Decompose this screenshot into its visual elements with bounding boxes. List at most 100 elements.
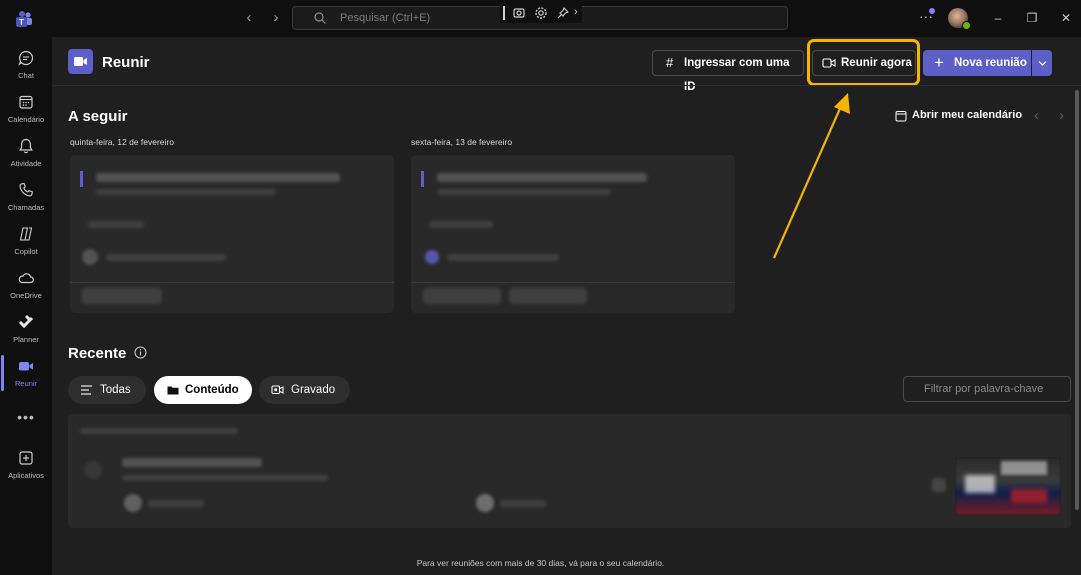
avatar (124, 494, 142, 512)
avatar (425, 250, 439, 264)
sidebar-item-label: Atividade (10, 159, 42, 168)
plus-icon: + (934, 53, 944, 72)
recent-title: Recente (68, 345, 127, 362)
phone-icon (19, 182, 33, 197)
filter-label: Gravado (291, 384, 336, 396)
pin-icon[interactable] (556, 6, 570, 20)
recording-thumbnail[interactable] (955, 457, 1061, 515)
notification-dot (929, 8, 935, 14)
header-divider (52, 85, 1081, 86)
new-meeting-button[interactable]: + Nova reunião (923, 50, 1031, 76)
redacted-text (148, 500, 204, 507)
redacted-button[interactable] (509, 288, 587, 304)
chevron-down-icon (1038, 61, 1047, 66)
filter-label: Conteúdo (185, 384, 239, 396)
expand-chevron-icon[interactable]: › (574, 6, 578, 18)
back-arrow-icon[interactable]: ‹ (241, 9, 257, 27)
new-meeting-dropdown[interactable] (1032, 50, 1052, 76)
sidebar-item-chat[interactable]: Chat (0, 45, 52, 89)
search-icon (314, 12, 326, 24)
info-icon[interactable] (134, 346, 147, 359)
day-label: quinta-feira, 12 de fevereiro (70, 137, 174, 147)
sidebar-item-label: Calendário (7, 115, 45, 124)
redacted-text (500, 500, 546, 507)
sidebar-item-onedrive[interactable]: OneDrive (0, 265, 52, 309)
redacted-text (122, 458, 262, 467)
restore-icon[interactable]: ❐ (1025, 11, 1039, 25)
sidebar-item-activity[interactable]: Atividade (0, 133, 52, 177)
sidebar-item-label: Copilot (14, 247, 38, 256)
redacted-text (80, 428, 238, 434)
meeting-card[interactable] (411, 155, 735, 313)
presence-available-icon (962, 21, 971, 30)
redacted-text (437, 189, 611, 195)
redacted-text (429, 221, 493, 228)
video-icon (74, 57, 87, 66)
card-divider (411, 282, 735, 283)
open-calendar-label: Abrir meu calendário (912, 109, 1023, 121)
sidebar-item-label: OneDrive (10, 291, 42, 300)
redacted-button[interactable] (82, 288, 162, 304)
meeting-card[interactable] (70, 155, 394, 313)
page-title: Reunir (102, 54, 150, 71)
recording-icon (932, 478, 946, 492)
add-apps-icon (19, 451, 33, 465)
sidebar-item-label: Chat (18, 71, 34, 80)
upcoming-title: A seguir (68, 108, 128, 125)
prev-week-icon[interactable]: ‹ (1034, 107, 1039, 124)
settings-gear-icon[interactable] (534, 6, 548, 20)
calendar-icon (19, 95, 33, 109)
footer-note: Para ver reuniões com mais de 30 dias, v… (416, 558, 665, 568)
teams-logo-icon[interactable]: T (14, 9, 34, 29)
new-meeting-label: Nova reunião (954, 57, 1027, 69)
overlay-toolbar: › (500, 3, 582, 23)
bell-icon (19, 138, 33, 154)
recording-icon (271, 385, 284, 395)
more-apps-icon[interactable]: ••• (0, 409, 52, 425)
calendar-icon (895, 111, 907, 122)
recent-meeting-row[interactable] (68, 414, 1071, 528)
day-label: sexta-feira, 13 de fevereiro (411, 137, 513, 147)
forward-arrow-icon[interactable]: › (268, 9, 284, 27)
redacted-text (96, 173, 340, 182)
redacted-text (122, 475, 328, 481)
next-week-icon[interactable]: › (1059, 107, 1064, 124)
annotation-arrow-icon (772, 93, 850, 259)
keyword-filter-input[interactable]: Filtrar por palavra-chave (903, 376, 1071, 402)
sidebar-item-planner[interactable]: Planner (0, 309, 52, 353)
svg-text:T: T (19, 18, 24, 27)
filter-label: Todas (100, 384, 131, 396)
redacted-text (96, 189, 276, 195)
sidebar-item-copilot[interactable]: Copilot (0, 221, 52, 265)
grip-icon[interactable] (503, 6, 506, 20)
sidebar-item-label: Reunir (14, 379, 38, 388)
folder-icon (167, 386, 179, 395)
chat-icon (18, 50, 34, 66)
redacted-text (88, 221, 144, 228)
join-with-id-button[interactable]: # Ingressar com uma ID (652, 50, 804, 93)
avatar (476, 494, 494, 512)
search-placeholder: Pesquisar (Ctrl+E) (340, 12, 431, 24)
filter-content-chip[interactable]: Conteúdo (154, 376, 252, 404)
sidebar-item-meet[interactable]: Reunir (0, 353, 52, 397)
planner-icon (18, 314, 34, 329)
redacted-text (447, 254, 559, 261)
highlight-box (807, 39, 920, 86)
sidebar-item-apps[interactable]: Aplicativos (0, 445, 52, 489)
filter-recorded-chip[interactable]: Gravado (259, 376, 350, 404)
video-icon (19, 362, 33, 371)
redacted-button[interactable] (423, 288, 501, 304)
sidebar-item-label: Chamadas (7, 203, 45, 212)
avatar (82, 249, 98, 265)
filter-all-chip[interactable]: Todas (68, 376, 146, 404)
scrollbar[interactable] (1075, 90, 1079, 510)
minimize-icon[interactable]: – (991, 11, 1005, 25)
app-rail: Chat Calendário Atividade Chamadas Copil… (0, 37, 52, 575)
list-icon (81, 385, 92, 395)
card-accent (421, 171, 424, 187)
hash-icon: # (666, 55, 674, 70)
screen-snip-icon[interactable] (512, 6, 526, 20)
sidebar-item-calendar[interactable]: Calendário (0, 89, 52, 133)
sidebar-item-calls[interactable]: Chamadas (0, 177, 52, 221)
close-icon[interactable]: ✕ (1059, 11, 1073, 25)
